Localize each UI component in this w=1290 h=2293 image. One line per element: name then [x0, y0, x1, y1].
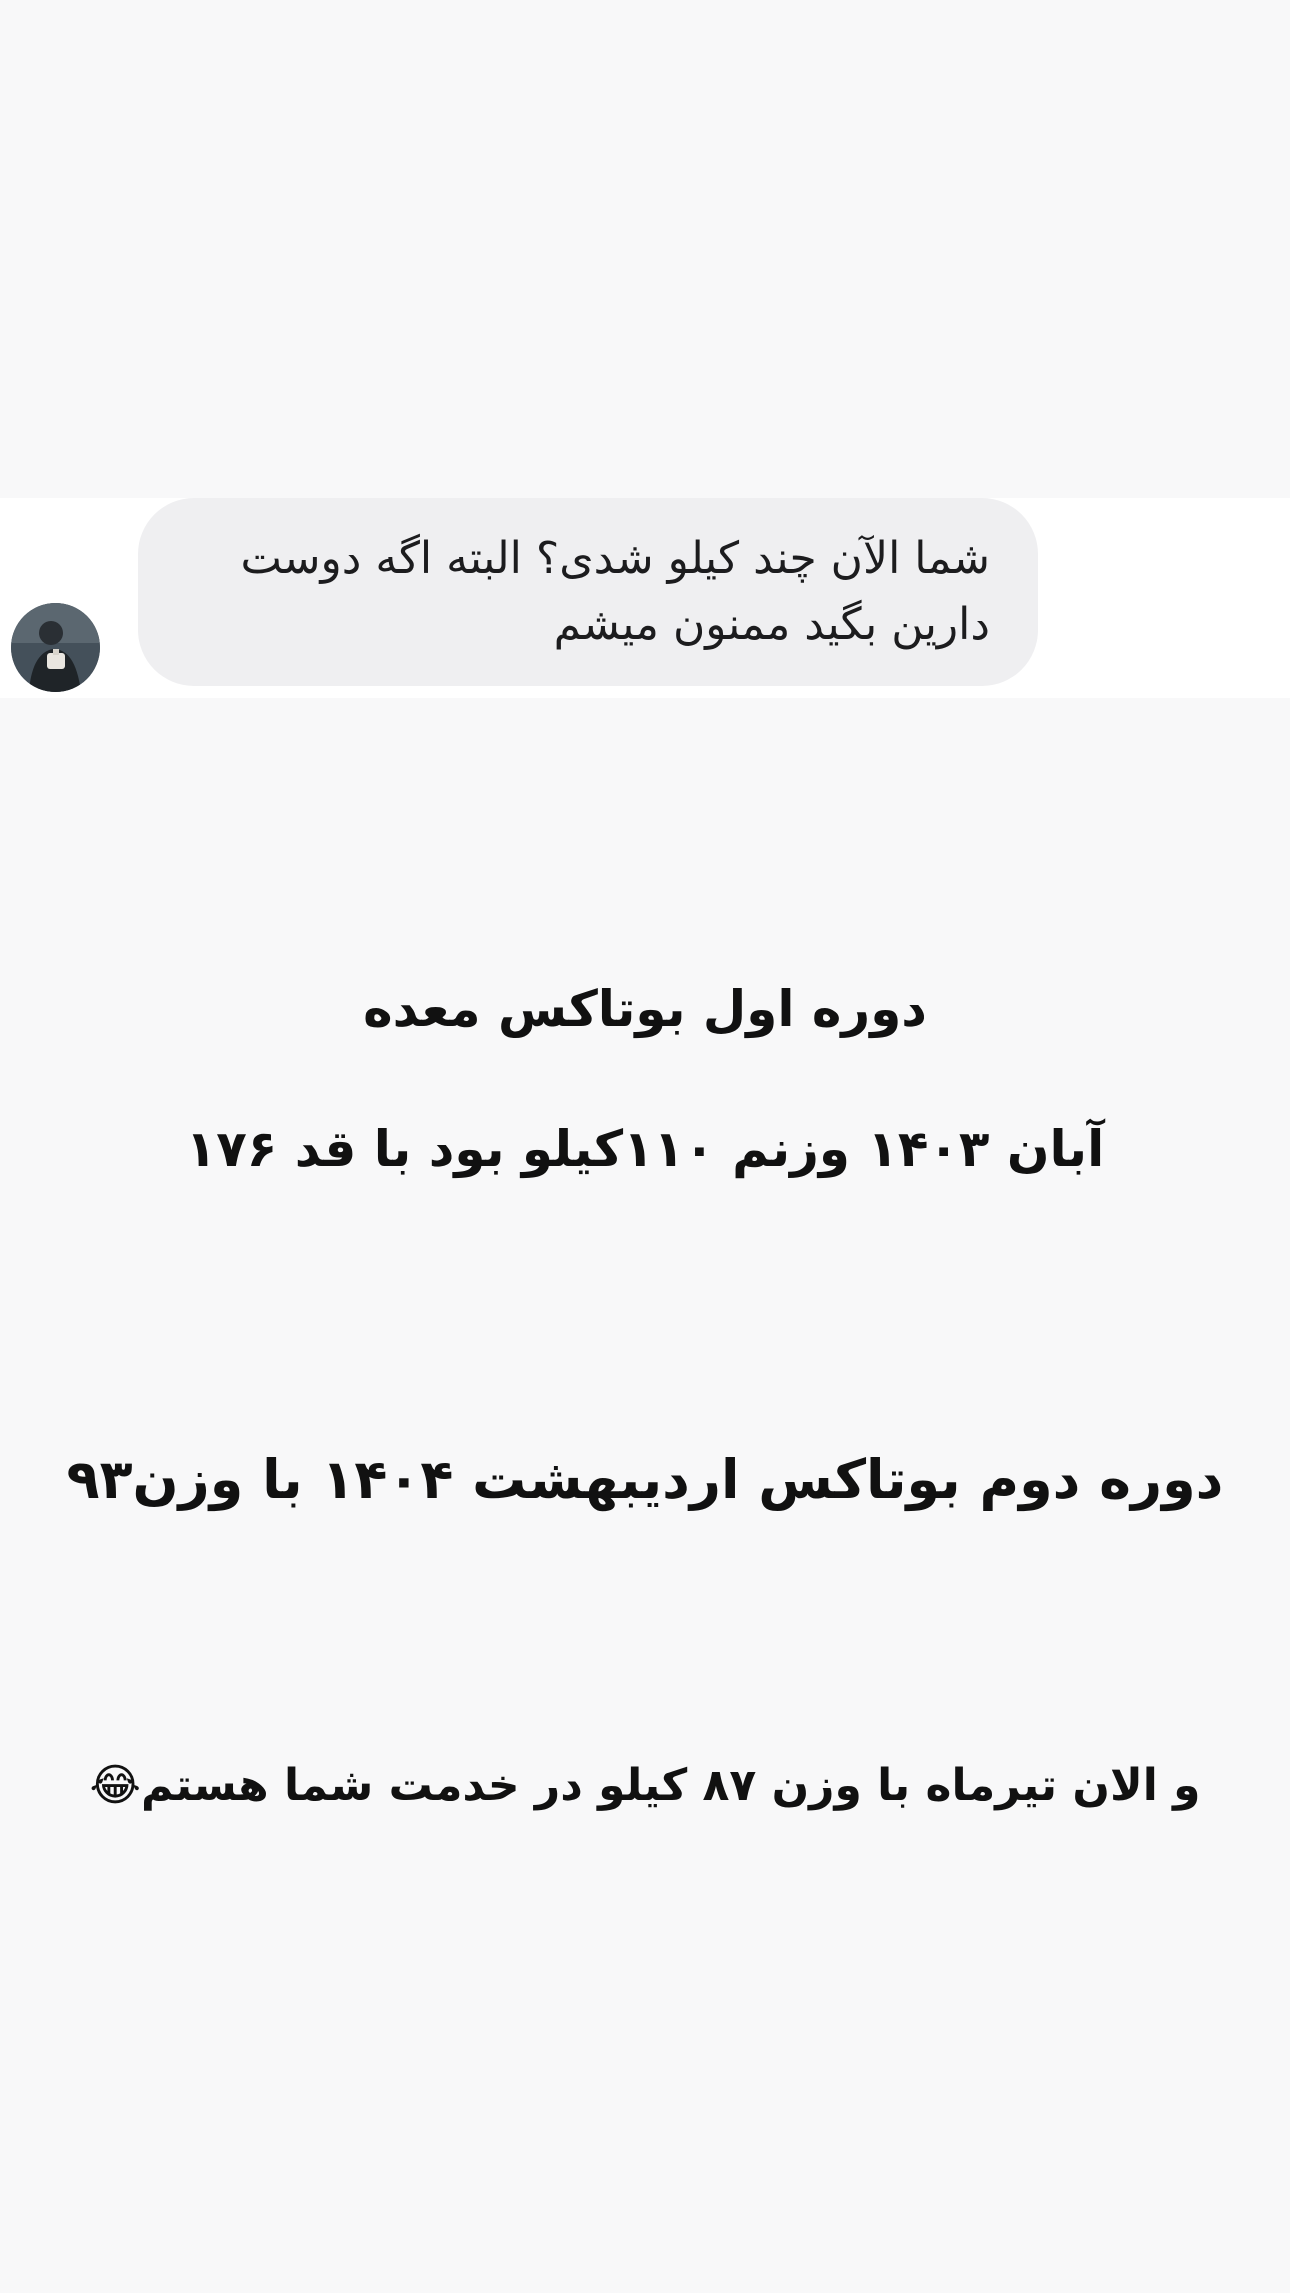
story-canvas: شما الآن چند کیلو شدی؟ البته اگه دوست دا… [0, 0, 1290, 2293]
question-bubble: شما الآن چند کیلو شدی؟ البته اگه دوست دا… [138, 498, 1038, 686]
avatar[interactable] [11, 603, 100, 692]
story-text-line-1: دوره اول بوتاکس معده [363, 980, 927, 1038]
avatar-photo-icon [11, 603, 100, 692]
question-message: شما الآن چند کیلو شدی؟ البته اگه دوست دا… [240, 533, 990, 650]
story-text-line-2: آبان ۱۴۰۳ وزنم ۱۱۰کیلو بود با قد ۱۷۶ [185, 1120, 1105, 1178]
story-text-line-4: و الان تیرماه با وزن ۸۷ کیلو در خدمت شما… [89, 1760, 1201, 1811]
story-text-line-3: دوره دوم بوتاکس اردیبهشت ۱۴۰۴ با وزن۹۳ [66, 1448, 1224, 1511]
